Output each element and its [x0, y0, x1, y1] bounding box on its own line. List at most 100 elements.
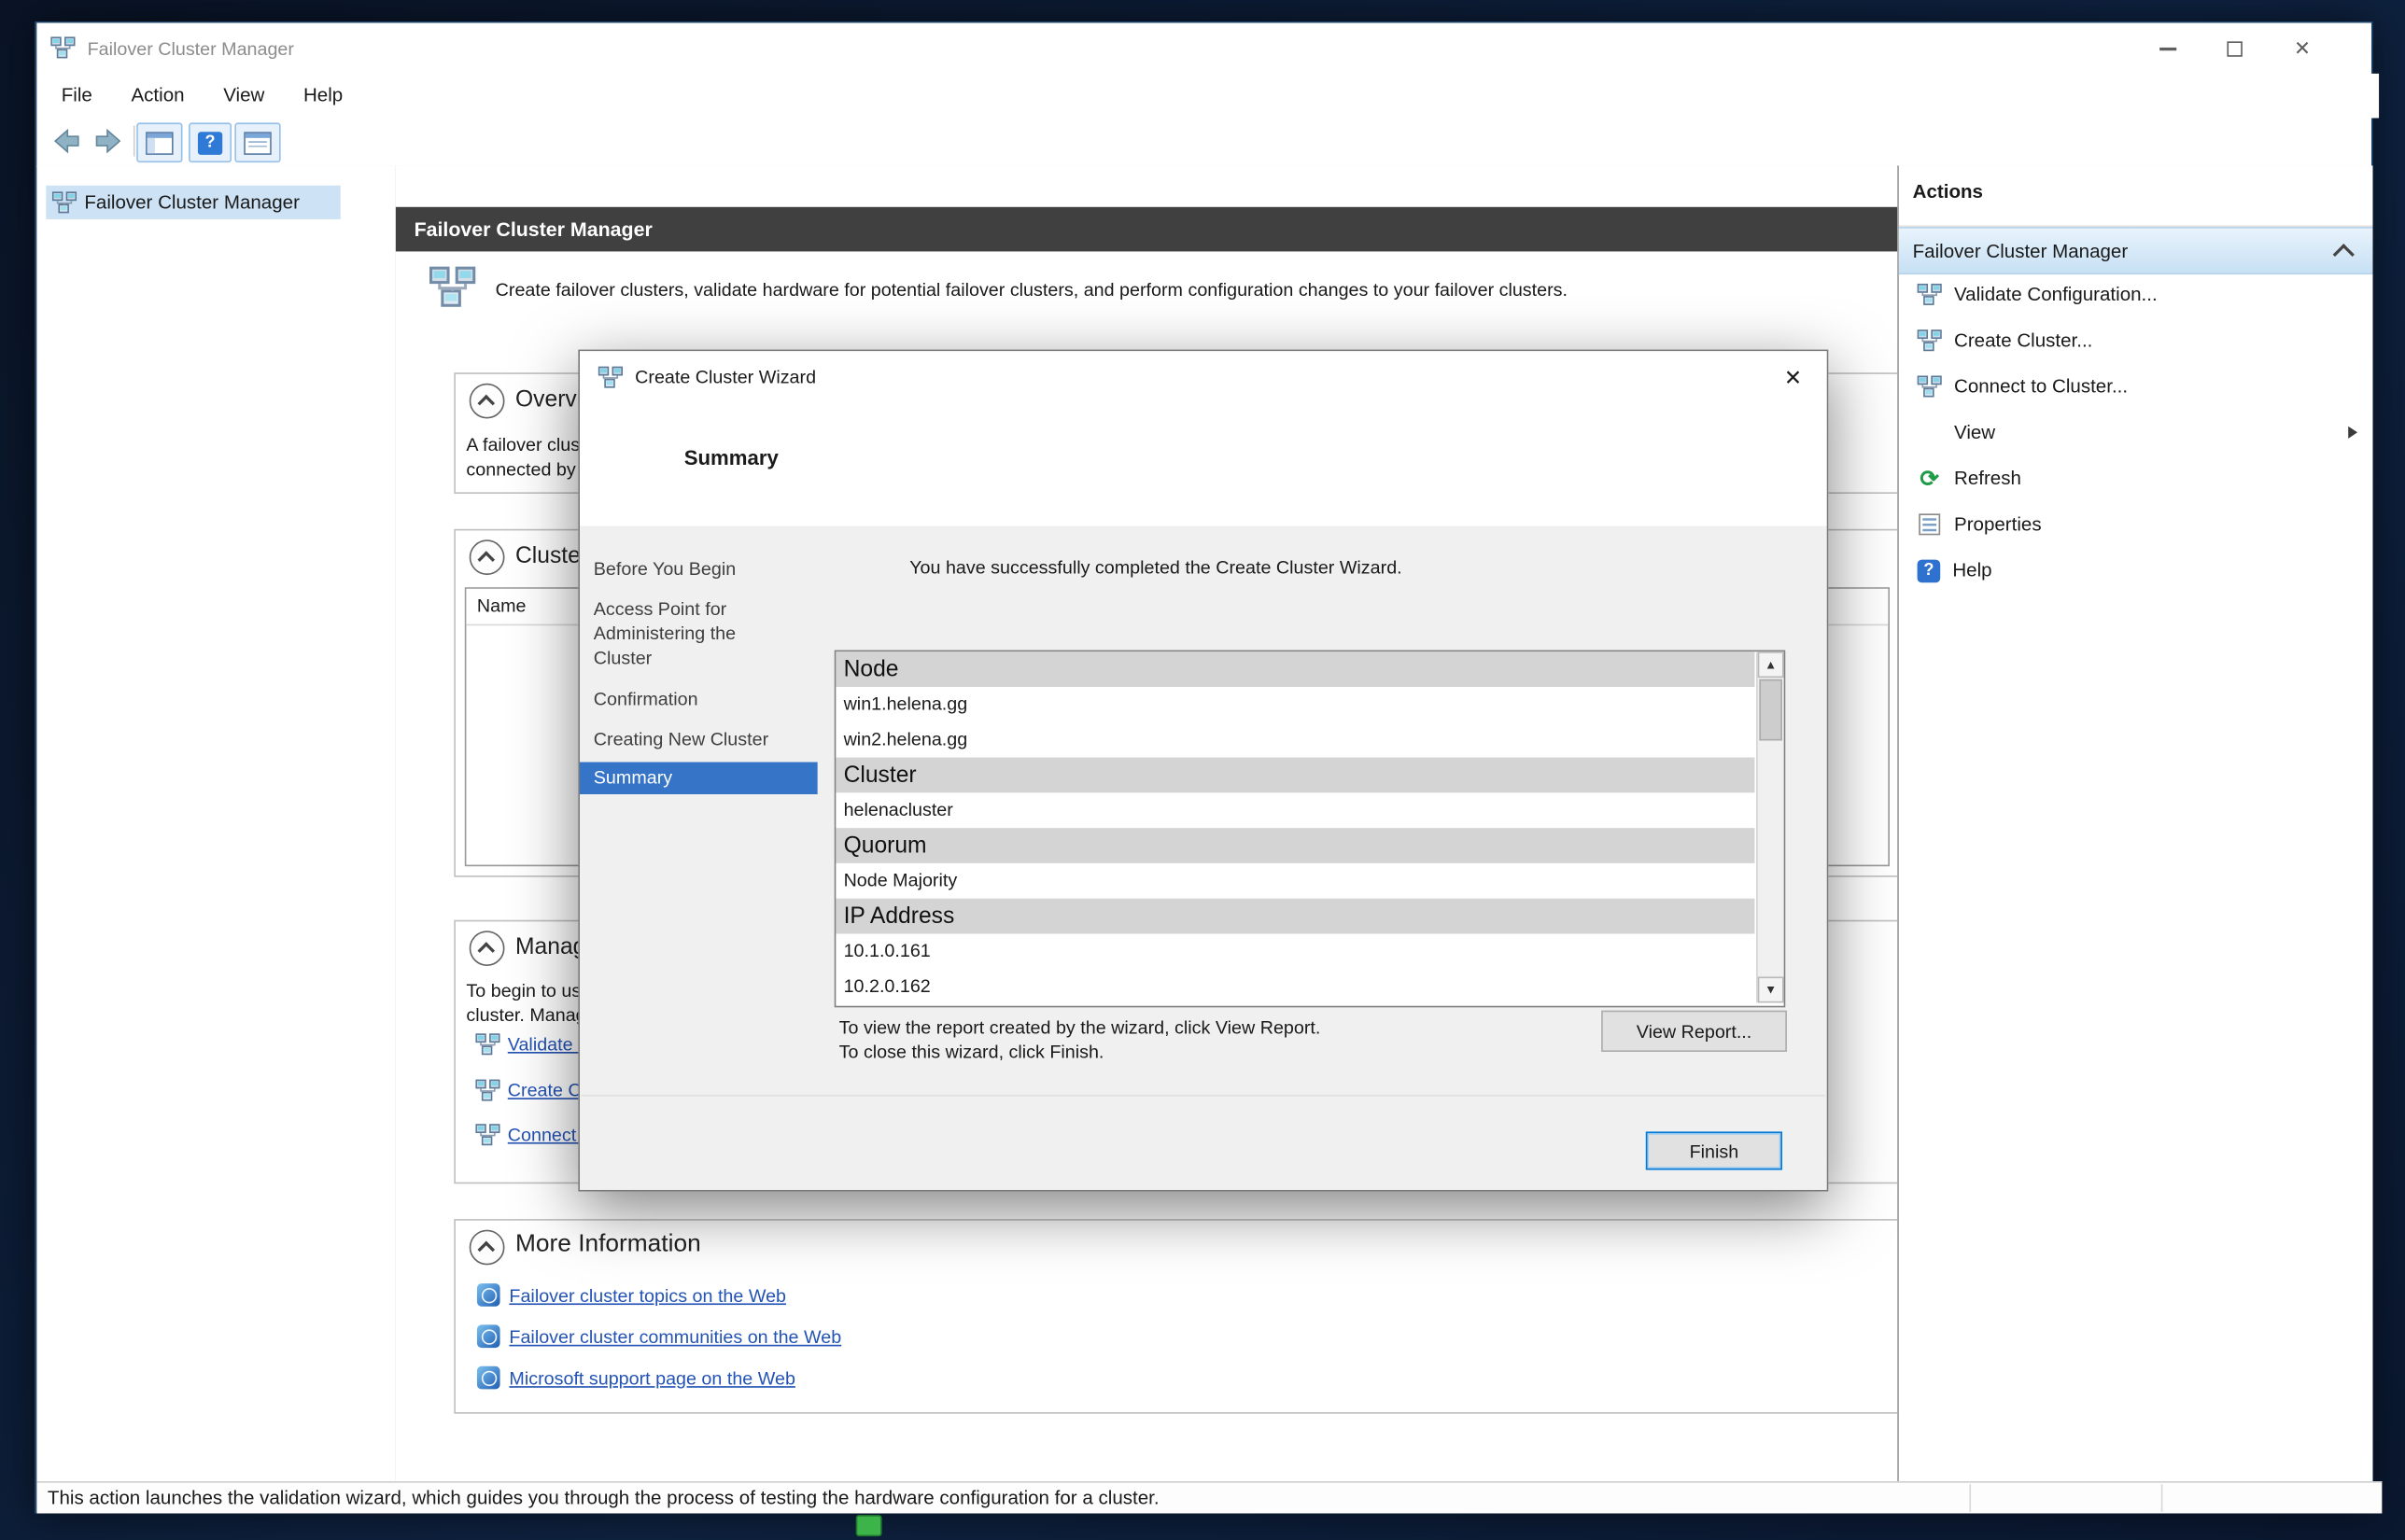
- report-value: helenacluster: [836, 792, 1754, 828]
- action-pane-toggle-button[interactable]: [234, 122, 280, 162]
- report-section-header: IP Address: [836, 899, 1754, 934]
- cluster-icon: [475, 1123, 499, 1147]
- toolbar-help-button[interactable]: ?: [189, 122, 232, 162]
- actions-group-header[interactable]: Failover Cluster Manager: [1899, 227, 2373, 274]
- cluster-icon: [1918, 282, 1942, 306]
- center-header: Failover Cluster Manager: [396, 207, 1916, 252]
- actions-panel: Actions Failover Cluster Manager Validat…: [1897, 165, 2372, 1481]
- cluster-icon: [52, 190, 77, 215]
- collapse-overview-icon[interactable]: [470, 384, 505, 419]
- report-value: win2.helena.gg: [836, 722, 1754, 758]
- report-section-header: Node: [836, 651, 1754, 687]
- action-help[interactable]: ? Help: [1899, 548, 2373, 594]
- minimize-icon: [2159, 47, 2175, 49]
- action-pane-icon: [244, 131, 272, 154]
- web-link-row: Failover cluster topics on the Web: [477, 1283, 786, 1307]
- tree-item-label: Failover Cluster Manager: [84, 191, 300, 213]
- report-scrollbar[interactable]: ▲ ▼: [1756, 651, 1784, 1002]
- wizard-message: You have successfully completed the Crea…: [909, 555, 1401, 580]
- dialog-close-button[interactable]: ✕: [1759, 351, 1826, 403]
- wizard-page-title: Summary: [684, 446, 779, 469]
- wizard-hint-1: To view the report created by the wizard…: [839, 1015, 1321, 1040]
- back-icon[interactable]: [50, 126, 81, 157]
- title-bar: Failover Cluster Manager ✕: [36, 23, 2370, 74]
- failover-topics-link[interactable]: Failover cluster topics on the Web: [509, 1284, 786, 1306]
- status-text: This action launches the validation wiza…: [48, 1488, 1160, 1509]
- console-tree-toggle-button[interactable]: [136, 122, 182, 162]
- action-label: Refresh: [1954, 468, 2021, 489]
- menu-file[interactable]: File: [45, 74, 109, 119]
- action-validate-configuration[interactable]: Validate Configuration...: [1899, 272, 2373, 317]
- action-label: Properties: [1954, 513, 2042, 535]
- submenu-arrow-icon: [2348, 427, 2357, 439]
- finish-button[interactable]: Finish: [1646, 1131, 1782, 1169]
- action-connect-to-cluster[interactable]: Connect to Cluster...: [1899, 363, 2373, 409]
- step-before-you-begin[interactable]: Before You Begin: [594, 556, 794, 581]
- dialog-title-bar: Create Cluster Wizard ✕: [580, 351, 1827, 403]
- footer-divider: [582, 1095, 1825, 1097]
- action-view[interactable]: View: [1899, 410, 2373, 455]
- minimize-button[interactable]: [2133, 23, 2201, 74]
- cluster-icon: [475, 1032, 499, 1057]
- menu-help[interactable]: Help: [287, 74, 359, 119]
- menu-action[interactable]: Action: [114, 74, 201, 119]
- wizard-icon: [598, 365, 623, 389]
- status-separator: [1969, 1484, 1971, 1512]
- scroll-down-icon: ▼: [1765, 983, 1777, 997]
- close-icon: ✕: [1784, 364, 1802, 390]
- step-confirmation[interactable]: Confirmation: [594, 687, 794, 711]
- scrollbar-thumb[interactable]: [1759, 679, 1782, 741]
- close-button[interactable]: ✕: [2269, 23, 2336, 74]
- wizard-hint-2: To close this wizard, click Finish.: [839, 1040, 1104, 1064]
- taskbar-green-icon[interactable]: [856, 1515, 882, 1536]
- properties-icon: [1918, 512, 1942, 537]
- name-column-header[interactable]: Name: [477, 595, 527, 616]
- web-link-row: Microsoft support page on the Web: [477, 1366, 795, 1390]
- refresh-icon: ⟳: [1918, 467, 1942, 490]
- summary-report-box[interactable]: Node win1.helena.gg win2.helena.gg Clust…: [835, 651, 1786, 1008]
- step-summary-active[interactable]: Summary: [580, 762, 818, 794]
- web-doc-icon: [477, 1283, 500, 1307]
- action-label: Validate Configuration...: [1954, 284, 2158, 305]
- action-properties[interactable]: Properties: [1899, 501, 2373, 547]
- report-value: Node Majority: [836, 863, 1754, 899]
- collapse-clusters-icon[interactable]: [470, 539, 505, 575]
- wizard-header: Summary: [580, 403, 1827, 525]
- cluster-large-icon: [428, 264, 477, 310]
- desktop: Failover Cluster Manager ✕ File Action V…: [0, 0, 2405, 1539]
- action-label: Connect to Cluster...: [1954, 375, 2128, 397]
- view-report-button[interactable]: View Report...: [1601, 1011, 1787, 1052]
- scroll-down-button[interactable]: ▼: [1758, 977, 1784, 1003]
- report-value: win1.helena.gg: [836, 687, 1754, 722]
- report-section-header: Cluster: [836, 758, 1754, 793]
- window-title: Failover Cluster Manager: [88, 35, 294, 63]
- close-icon: ✕: [2294, 36, 2311, 61]
- step-creating-new-cluster[interactable]: Creating New Cluster: [594, 727, 799, 751]
- failover-communities-link[interactable]: Failover cluster communities on the Web: [509, 1325, 841, 1347]
- action-refresh[interactable]: ⟳ Refresh: [1899, 455, 2373, 501]
- menu-bar: File Action View Help: [36, 74, 2379, 119]
- actions-panel-title: Actions: [1913, 181, 1983, 203]
- console-tree-panel: Failover Cluster Manager: [36, 165, 397, 1481]
- more-information-section: More Information Failover cluster topics…: [454, 1219, 1900, 1414]
- maximize-button[interactable]: [2201, 23, 2269, 74]
- report-value: 10.1.0.161: [836, 933, 1754, 969]
- action-create-cluster[interactable]: Create Cluster...: [1899, 317, 2373, 363]
- action-label: View: [1954, 422, 1995, 443]
- status-bar: This action launches the validation wiza…: [36, 1481, 2382, 1514]
- wizard-body: Before You Begin Access Point for Admini…: [580, 526, 1827, 1190]
- create-cluster-wizard-dialog: Create Cluster Wizard ✕ Summary Before Y…: [578, 350, 1828, 1192]
- cluster-icon: [475, 1078, 499, 1102]
- collapse-group-icon[interactable]: [2333, 244, 2355, 265]
- microsoft-support-link[interactable]: Microsoft support page on the Web: [509, 1367, 795, 1389]
- scroll-up-button[interactable]: ▲: [1758, 651, 1784, 678]
- action-label: Help: [1952, 560, 1991, 581]
- collapse-management-icon[interactable]: [470, 931, 505, 966]
- collapse-more-information-icon[interactable]: [470, 1230, 505, 1266]
- forward-icon[interactable]: [93, 126, 124, 157]
- tree-item-failover-cluster-manager[interactable]: Failover Cluster Manager: [46, 186, 340, 219]
- step-access-point[interactable]: Access Point for Administering the Clust…: [594, 596, 781, 670]
- menu-view[interactable]: View: [206, 74, 281, 119]
- app-icon: [50, 35, 75, 60]
- dialog-title: Create Cluster Wizard: [635, 351, 816, 403]
